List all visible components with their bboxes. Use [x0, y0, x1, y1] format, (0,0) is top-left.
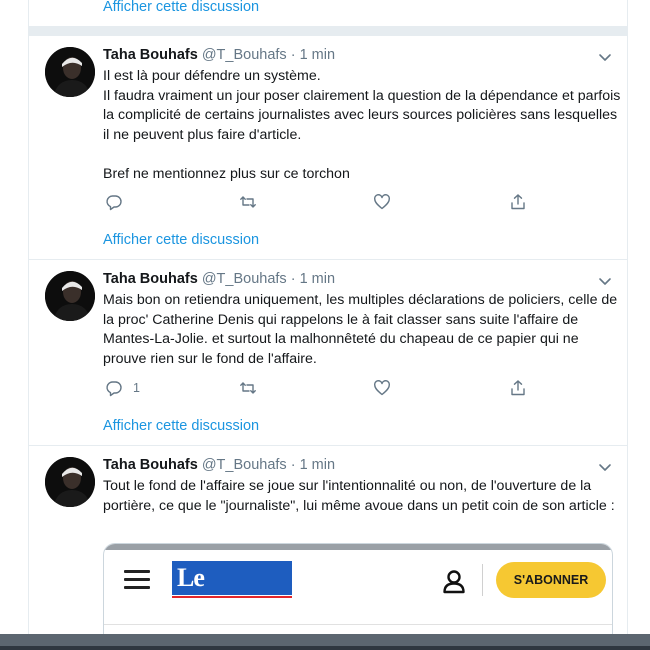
- retweet-icon: [240, 196, 256, 208]
- subscribe-button[interactable]: S'ABONNER: [496, 562, 606, 598]
- show-thread-link[interactable]: Afficher cette discussion: [103, 418, 259, 434]
- reply-button[interactable]: 1: [105, 378, 140, 398]
- previous-tweet-footer: Afficher cette discussion: [29, 0, 627, 26]
- share-button[interactable]: [509, 192, 527, 212]
- card-top-strip: [104, 544, 612, 550]
- le-parisien-logo: Le Parisien: [172, 561, 292, 626]
- reply-count: 1: [133, 381, 140, 395]
- avatar-image: [45, 271, 95, 321]
- tweet-text: Tout le fond de l'affaire se joue sur l'…: [103, 478, 615, 514]
- tweet[interactable]: Taha Bouhafs @T_Bouhafs · 1 min Il est l…: [29, 37, 627, 260]
- tweet-text: Mais bon on retiendra uniquement, les mu…: [103, 292, 618, 367]
- share-icon: [511, 380, 525, 396]
- chevron-down-icon[interactable]: [597, 49, 613, 65]
- avatar[interactable]: [45, 47, 95, 97]
- separator-dot: ·: [290, 271, 296, 287]
- share-icon: [511, 194, 525, 210]
- tweet-header: Taha Bouhafs @T_Bouhafs · 1 min: [103, 47, 335, 63]
- avatar[interactable]: [45, 271, 95, 321]
- reply-icon: [106, 381, 122, 397]
- tweet-actions: [103, 192, 525, 212]
- tweet-time[interactable]: 1 min: [300, 271, 335, 287]
- timeline: Afficher cette discussion Taha Bouhafs @…: [28, 0, 628, 650]
- user-icon[interactable]: [441, 568, 467, 594]
- like-icon: [374, 380, 390, 396]
- avatar-image: [45, 457, 95, 507]
- reply-icon: [106, 195, 122, 211]
- separator-dot: ·: [290, 457, 296, 473]
- author-handle[interactable]: @T_Bouhafs: [202, 271, 287, 287]
- like-icon: [374, 194, 390, 210]
- separator-dot: ·: [290, 47, 296, 63]
- author-name[interactable]: Taha Bouhafs: [103, 457, 198, 473]
- tweet-actions: 1: [103, 378, 525, 398]
- author-name[interactable]: Taha Bouhafs: [103, 47, 198, 63]
- author-handle[interactable]: @T_Bouhafs: [202, 457, 287, 473]
- card-separator: [104, 624, 612, 625]
- tweet-time[interactable]: 1 min: [300, 457, 335, 473]
- chevron-down-icon[interactable]: [597, 459, 613, 475]
- tweet-header: Taha Bouhafs @T_Bouhafs · 1 min: [103, 271, 335, 287]
- bottom-notification-bar: [0, 634, 650, 650]
- retweet-icon: [240, 382, 256, 394]
- show-thread-link[interactable]: Afficher cette discussion: [103, 232, 259, 248]
- retweet-button[interactable]: [239, 192, 257, 212]
- logo-underline: [172, 596, 292, 598]
- tweet[interactable]: Taha Bouhafs @T_Bouhafs · 1 min Mais bon…: [29, 261, 627, 446]
- chevron-down-icon[interactable]: [597, 273, 613, 289]
- like-button[interactable]: [373, 192, 391, 212]
- like-button[interactable]: [373, 378, 391, 398]
- author-handle[interactable]: @T_Bouhafs: [202, 47, 287, 63]
- avatar-image: [45, 47, 95, 97]
- avatar[interactable]: [45, 457, 95, 507]
- menu-icon[interactable]: [124, 570, 150, 590]
- card-divider: [482, 564, 483, 596]
- tweet-text: Il est là pour défendre un système. Il f…: [103, 68, 621, 182]
- reply-button[interactable]: [105, 192, 133, 212]
- share-button[interactable]: [509, 378, 527, 398]
- tweet-header: Taha Bouhafs @T_Bouhafs · 1 min: [103, 457, 335, 473]
- author-name[interactable]: Taha Bouhafs: [103, 271, 198, 287]
- show-thread-link[interactable]: Afficher cette discussion: [103, 0, 259, 15]
- tweet-time[interactable]: 1 min: [300, 47, 335, 63]
- tweet[interactable]: Taha Bouhafs @T_Bouhafs · 1 min Tout le …: [29, 447, 627, 650]
- retweet-button[interactable]: [239, 378, 257, 398]
- conversation-separator: [29, 26, 627, 36]
